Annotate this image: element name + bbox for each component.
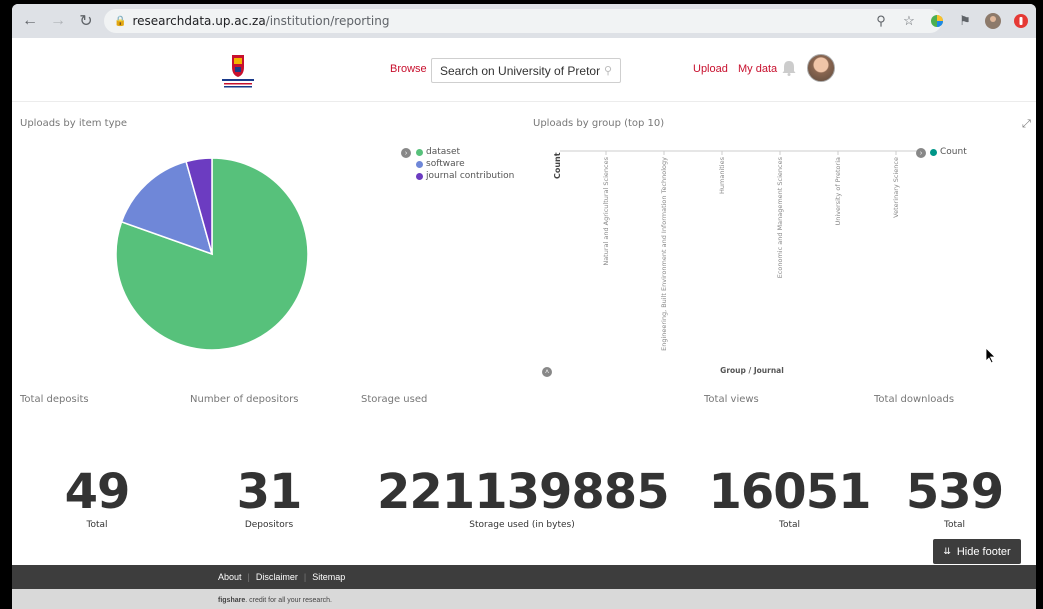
x-tick-label: Engineering, Built Environment and Infor… xyxy=(660,157,668,351)
hide-footer-label: Hide footer xyxy=(956,545,1011,558)
search-input[interactable] xyxy=(440,63,600,78)
star-icon[interactable]: ☆ xyxy=(900,12,918,30)
extension-colorful-icon[interactable] xyxy=(928,12,946,30)
search-field[interactable]: ⚲ xyxy=(431,58,621,83)
user-avatar[interactable] xyxy=(807,54,835,82)
stat-label-total-deposits: Total deposits xyxy=(20,394,89,405)
adblock-icon[interactable] xyxy=(1012,12,1030,30)
browse-link[interactable]: Browse xyxy=(390,63,427,75)
stat-value-total-deposits: 49 xyxy=(64,464,131,520)
x-tick-label: Natural and Agricultural Sciences xyxy=(602,156,610,265)
y-axis-label: Count xyxy=(553,152,562,179)
legend-label: journal contribution xyxy=(426,171,515,181)
site-header: Browse ⚲ Upload My data xyxy=(12,38,1036,102)
profile-icon[interactable] xyxy=(984,12,1002,30)
upload-link[interactable]: Upload xyxy=(693,63,728,75)
legend-item-software[interactable]: software xyxy=(416,158,514,170)
stat-value-depositors: 31 xyxy=(236,464,303,520)
pie-chart-title: Uploads by item type xyxy=(20,118,127,129)
legend-dot xyxy=(416,160,423,168)
footer-tagline: . credit for all your research. xyxy=(245,597,332,604)
stat-label-depositors: Number of depositors xyxy=(190,394,299,405)
url-path: /institution/reporting xyxy=(265,14,390,28)
x-tick-label: Economic and Management Sciences xyxy=(776,156,784,278)
footer-separator: | xyxy=(303,572,307,582)
bell-icon[interactable] xyxy=(782,60,796,76)
footer-link-disclaimer[interactable]: Disclaimer xyxy=(256,572,298,582)
browser-actions: ⚲ ☆ ⚑ xyxy=(872,9,1030,33)
legend-item-dataset[interactable]: dataset xyxy=(416,146,514,158)
expand-icon[interactable]: ⤢ xyxy=(1022,118,1031,131)
address-bar[interactable]: 🔒 researchdata.up.ac.za/institution/repo… xyxy=(104,9,942,33)
browser-toolbar: ← → ↻ 🔒 researchdata.up.ac.za/institutio… xyxy=(12,4,1036,38)
stat-value-storage: 221139885 xyxy=(377,464,670,520)
legend-item-count[interactable]: Count xyxy=(930,146,967,158)
footer-link-about[interactable]: About xyxy=(218,572,242,582)
bar-chart-title: Uploads by group (top 10) xyxy=(533,118,665,129)
x-tick-label: University of Pretoria xyxy=(834,157,842,226)
mouse-cursor-icon xyxy=(986,348,996,364)
stat-label-storage: Storage used xyxy=(361,394,428,405)
footer-separator: | xyxy=(247,572,250,582)
stat-sub-views: Total xyxy=(778,520,801,530)
double-chevron-down-icon: ⇊ xyxy=(943,546,951,556)
stat-label-downloads: Total downloads xyxy=(874,394,955,405)
stat-value-downloads: 539 xyxy=(905,464,1004,520)
browser-window: ← → ↻ 🔒 researchdata.up.ac.za/institutio… xyxy=(12,4,1036,609)
footer-links: About | Disclaimer | Sitemap xyxy=(12,565,1036,589)
stat-label-views: Total views xyxy=(704,394,759,405)
pie-chart xyxy=(115,157,309,351)
university-logo-icon[interactable] xyxy=(218,53,258,91)
legend-label: dataset xyxy=(426,147,461,157)
bar-legend: Count xyxy=(930,146,967,158)
search-icon[interactable]: ⚲ xyxy=(604,64,612,77)
stat-sub-depositors: Depositors xyxy=(244,520,294,530)
footer-link-sitemap[interactable]: Sitemap xyxy=(312,572,345,582)
back-arrow-icon[interactable]: ← xyxy=(18,9,42,33)
legend-dot xyxy=(416,172,423,180)
footer-brand[interactable]: figshare xyxy=(218,597,245,604)
stat-sub-total-deposits: Total xyxy=(86,520,108,530)
bar-chart: Count Natural and Agricultural Sciences En… xyxy=(553,150,917,375)
legend-dot xyxy=(930,148,937,156)
hide-footer-button[interactable]: ⇊ Hide footer xyxy=(933,539,1021,564)
stat-value-views: 16051 xyxy=(708,464,872,520)
legend-label: software xyxy=(426,159,465,169)
footer-credit: figshare. credit for all your research. xyxy=(12,589,1036,609)
my-data-link[interactable]: My data xyxy=(738,63,777,75)
legend-item-journal-contribution[interactable]: journal contribution xyxy=(416,170,514,182)
pie-legend: dataset software journal contribution xyxy=(416,146,514,182)
bar-legend-collapse-icon[interactable]: › xyxy=(916,148,926,158)
forward-arrow-icon[interactable]: → xyxy=(46,9,70,33)
scroll-up-icon[interactable]: ˄ xyxy=(542,367,552,377)
x-tick-label: Veterinary Science xyxy=(892,157,900,218)
reload-icon[interactable]: ↻ xyxy=(74,9,98,33)
puzzle-icon[interactable]: ⚑ xyxy=(956,12,974,30)
lock-icon: 🔒 xyxy=(114,15,127,27)
legend-label: Count xyxy=(940,147,967,157)
x-tick-label: Humanities xyxy=(718,156,726,194)
stat-sub-storage: Storage used (in bytes) xyxy=(469,520,575,530)
legend-dot xyxy=(416,148,423,156)
stat-sub-downloads: Total xyxy=(943,520,966,530)
legend-collapse-icon[interactable]: › xyxy=(401,148,411,158)
zoom-icon[interactable]: ⚲ xyxy=(872,12,890,30)
x-axis-label: Group / Journal xyxy=(720,366,784,375)
url-host: researchdata.up.ac.za xyxy=(132,14,266,28)
